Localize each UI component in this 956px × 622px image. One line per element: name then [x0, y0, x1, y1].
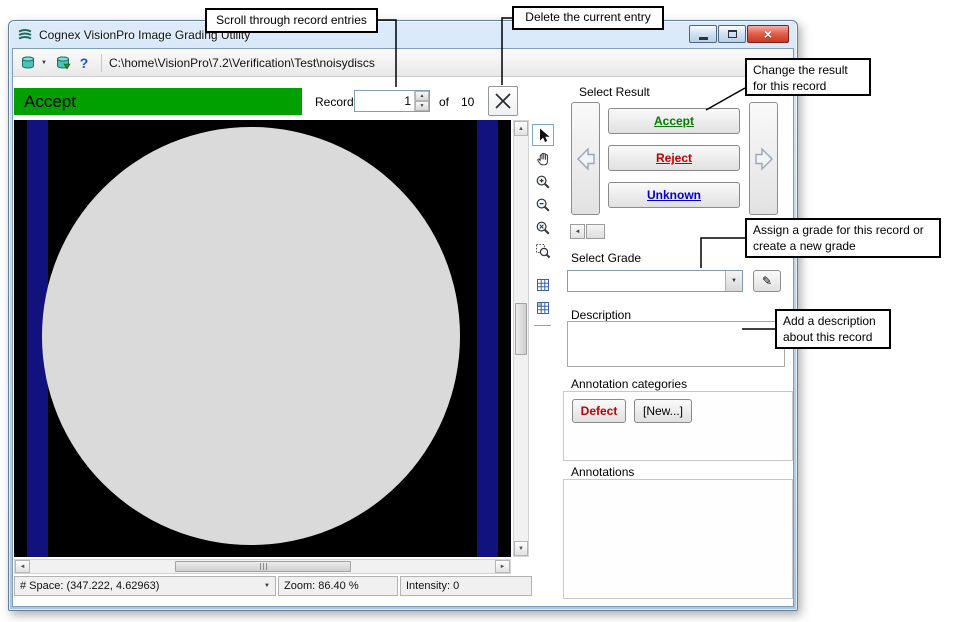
- new-category-button[interactable]: [New...]: [634, 399, 692, 423]
- zoom-fit-tool-button[interactable]: [532, 217, 554, 239]
- unknown-result-button[interactable]: Unknown: [608, 182, 740, 208]
- image-display[interactable]: [14, 120, 511, 557]
- pixel-values-tool-button[interactable]: [532, 297, 554, 319]
- scroll-down-icon[interactable]: ▼: [514, 541, 528, 556]
- spin-up-icon[interactable]: ▲: [415, 91, 429, 101]
- grid-values-icon: [535, 300, 551, 316]
- zoom-out-icon: [535, 197, 551, 213]
- client-area: ▼ ? C:\home\VisionPro\7.2\Verification\T…: [12, 48, 794, 607]
- annotation-categories-panel: Defect [New...]: [563, 391, 793, 461]
- minimize-icon: [699, 37, 708, 40]
- callout-add-description: Add a description about this record: [775, 309, 891, 349]
- pencil-icon: ✎: [762, 274, 772, 288]
- annotation-categories-label: Annotation categories: [571, 377, 687, 391]
- status-zoom-text: Zoom: 86.40 %: [284, 580, 359, 592]
- main-toolbar: ▼ ? C:\home\VisionPro\7.2\Verification\T…: [13, 49, 793, 77]
- database-save-icon: [55, 55, 71, 71]
- delete-record-button[interactable]: [488, 86, 518, 116]
- result-scroll-thumb[interactable]: [586, 224, 605, 239]
- annotations-label: Annotations: [571, 465, 634, 479]
- record-label: Record: [315, 95, 354, 109]
- scroll-left-icon[interactable]: ◄: [15, 560, 30, 573]
- maximize-button[interactable]: [718, 25, 746, 43]
- help-icon[interactable]: ?: [76, 55, 92, 71]
- open-database-dropdown-icon[interactable]: ▼: [39, 60, 49, 66]
- database-icon: [20, 55, 36, 71]
- space-dropdown-icon[interactable]: ▼: [258, 583, 270, 589]
- cursor-icon: [535, 127, 551, 143]
- zoom-in-icon: [535, 174, 551, 190]
- accept-result-button[interactable]: Accept: [608, 108, 740, 134]
- maximize-icon: [728, 30, 737, 38]
- thumb-grip: [266, 563, 267, 570]
- horizontal-scrollbar[interactable]: ◄ ►: [14, 559, 511, 574]
- description-input[interactable]: [567, 321, 785, 367]
- edit-grade-button[interactable]: ✎: [753, 270, 781, 292]
- thumb-grip: [260, 563, 261, 570]
- of-label: of: [439, 95, 449, 109]
- zoom-in-tool-button[interactable]: [532, 171, 554, 193]
- thumb-grip: [263, 563, 264, 570]
- select-result-label: Select Result: [579, 85, 650, 99]
- status-space-panel: # Space: (347.222, 4.62963) ▼: [14, 576, 276, 596]
- record-spinner: ▲ ▼: [354, 90, 430, 112]
- record-number-input[interactable]: [355, 91, 414, 111]
- zoom-region-icon: [535, 243, 551, 259]
- app-window: Cognex VisionPro Image Grading Utility ×…: [8, 20, 798, 611]
- zoom-fit-icon: [535, 220, 551, 236]
- close-button[interactable]: ×: [747, 25, 789, 43]
- status-zoom-panel: Zoom: 86.40 %: [278, 576, 398, 596]
- noisy-disc-image: [14, 120, 511, 557]
- result-scroll-left-icon[interactable]: ◄: [570, 224, 585, 239]
- grade-dropdown-icon[interactable]: ▼: [725, 271, 742, 291]
- save-image-database-button[interactable]: [53, 53, 73, 73]
- status-intensity-panel: Intensity: 0: [400, 576, 532, 596]
- window-controls: ×: [689, 25, 789, 43]
- annotations-list-panel: [563, 479, 793, 599]
- hand-icon: [535, 151, 551, 167]
- next-record-button[interactable]: [749, 102, 778, 215]
- vertical-scrollbar-thumb[interactable]: [515, 303, 527, 355]
- callout-assign-grade: Assign a grade for this record or create…: [745, 218, 941, 258]
- delete-x-icon: [492, 90, 514, 112]
- scroll-up-icon[interactable]: ▲: [514, 121, 528, 136]
- record-spin-buttons: ▲ ▼: [414, 91, 429, 111]
- app-icon: [17, 27, 33, 43]
- status-space-text: # Space: (347.222, 4.62963): [20, 580, 159, 592]
- arrow-left-icon: [576, 144, 596, 174]
- callout-change-result: Change the result for this record: [745, 58, 871, 96]
- zoom-out-tool-button[interactable]: [532, 194, 554, 216]
- select-grade-label: Select Grade: [571, 251, 641, 265]
- toolstrip-divider: [534, 325, 551, 326]
- zoom-region-tool-button[interactable]: [532, 240, 554, 262]
- open-image-database-button[interactable]: [18, 53, 38, 73]
- pan-tool-button[interactable]: [532, 148, 554, 170]
- status-intensity-text: Intensity: 0: [406, 580, 459, 592]
- result-banner: Accept: [14, 88, 302, 115]
- description-label: Description: [571, 308, 631, 322]
- callout-scroll-records: Scroll through record entries: [205, 8, 378, 33]
- pixel-grid-tool-button[interactable]: [532, 274, 554, 296]
- vertical-scrollbar[interactable]: ▲ ▼: [513, 120, 529, 557]
- database-path: C:\home\VisionPro\7.2\Verification\Test\…: [109, 56, 375, 70]
- grade-selected-value: [568, 271, 725, 291]
- previous-record-button[interactable]: [571, 102, 600, 215]
- spin-down-icon[interactable]: ▼: [415, 101, 429, 111]
- scroll-right-icon[interactable]: ►: [495, 560, 510, 573]
- pointer-tool-button[interactable]: [532, 124, 554, 146]
- minimize-button[interactable]: [689, 25, 717, 43]
- defect-category-button[interactable]: Defect: [572, 399, 626, 423]
- callout-delete-entry: Delete the current entry: [512, 6, 664, 30]
- arrow-right-icon: [754, 144, 774, 174]
- horizontal-scrollbar-thumb[interactable]: [175, 561, 351, 572]
- record-total: 10: [461, 95, 474, 109]
- toolbar-separator: [101, 54, 102, 72]
- grade-combobox[interactable]: ▼: [567, 270, 743, 292]
- close-icon: ×: [764, 27, 772, 41]
- reject-result-button[interactable]: Reject: [608, 145, 740, 171]
- screenshot-canvas: Cognex VisionPro Image Grading Utility ×…: [0, 0, 956, 622]
- grid-icon: [535, 277, 551, 293]
- titlebar[interactable]: Cognex VisionPro Image Grading Utility ×: [9, 21, 797, 48]
